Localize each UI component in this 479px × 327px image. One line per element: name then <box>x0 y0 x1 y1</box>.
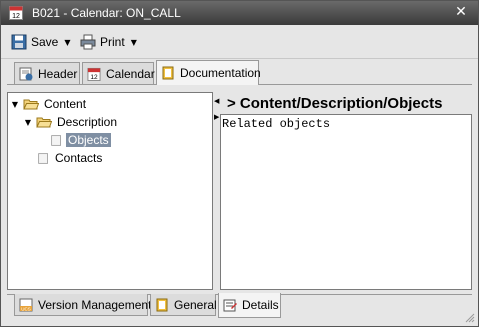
calendar-window: 12 B021 - Calendar: ON_CALL ✕ Save ▼ Pri… <box>0 0 479 327</box>
calendar-12-icon: 12 <box>87 67 101 81</box>
documentation-icon <box>162 66 174 80</box>
tab-calendar[interactable]: 12 Calendar <box>82 62 155 84</box>
document-path-heading: > Content/Description/Objects <box>227 95 443 112</box>
page-icon <box>51 134 61 146</box>
tab-details-label: Details <box>242 298 279 312</box>
print-button[interactable]: Print ▼ <box>80 33 137 51</box>
print-label: Print <box>100 35 125 49</box>
close-icon[interactable]: ✕ <box>452 4 470 21</box>
expand-right-icon[interactable]: ▶ <box>214 113 219 121</box>
header-icon <box>19 67 33 80</box>
calendar-12-icon: 12 <box>9 6 23 20</box>
documentation-icon <box>156 298 168 311</box>
ucs-icon: UCS <box>19 298 33 311</box>
tab-version-management-label: Version Management <box>38 297 152 312</box>
save-dropdown-icon[interactable]: ▼ <box>64 38 70 47</box>
page-icon <box>38 152 48 164</box>
expanded-icon[interactable]: ▼ <box>10 100 20 109</box>
details-icon <box>223 299 237 312</box>
svg-text:12: 12 <box>90 74 98 81</box>
title-bar[interactable]: 12 B021 - Calendar: ON_CALL ✕ <box>1 1 478 25</box>
tab-general-label: General <box>174 297 217 312</box>
collapse-left-icon[interactable]: ◀ <box>214 97 219 105</box>
tree-node-label: Objects <box>66 133 111 147</box>
tree-node-contacts[interactable]: Contacts <box>34 150 104 166</box>
tree-node-label: Contacts <box>55 151 103 165</box>
folder-open-icon <box>23 99 39 109</box>
printer-icon <box>80 34 96 50</box>
floppy-disk-icon <box>11 34 27 50</box>
tab-header[interactable]: Header <box>14 62 80 84</box>
tree-node-objects[interactable]: Objects <box>47 132 111 148</box>
save-button[interactable]: Save ▼ <box>11 33 71 51</box>
folder-open-icon <box>36 117 52 127</box>
documentation-editor[interactable]: Related objects <box>220 114 472 290</box>
tab-details[interactable]: Details <box>218 293 281 318</box>
svg-text:12: 12 <box>12 13 20 20</box>
save-label: Save <box>31 35 59 49</box>
svg-text:UCS: UCS <box>21 306 31 311</box>
expanded-icon[interactable]: ▼ <box>23 118 33 127</box>
resize-grip-icon[interactable] <box>465 313 475 323</box>
content-tree[interactable]: ▼ Content ▼ Description Objects Contacts <box>7 92 213 290</box>
tree-node-content[interactable]: ▼ Content <box>10 96 88 112</box>
tab-calendar-label: Calendar <box>106 66 155 81</box>
editor-text[interactable]: Related objects <box>222 117 330 131</box>
tab-version-management[interactable]: UCS Version Management <box>14 294 152 316</box>
print-dropdown-icon[interactable]: ▼ <box>131 38 137 47</box>
tree-node-label: Content <box>44 97 87 111</box>
tab-header-label: Header <box>38 66 78 81</box>
window-title: B021 - Calendar: ON_CALL <box>32 6 181 20</box>
tab-documentation-label: Documentation <box>180 66 261 80</box>
tab-general[interactable]: General <box>150 294 217 316</box>
toolbar: Save ▼ Print ▼ <box>1 25 478 59</box>
tab-documentation[interactable]: Documentation <box>156 60 261 85</box>
tree-node-label: Description <box>57 115 118 129</box>
tree-node-description[interactable]: ▼ Description <box>23 114 119 130</box>
